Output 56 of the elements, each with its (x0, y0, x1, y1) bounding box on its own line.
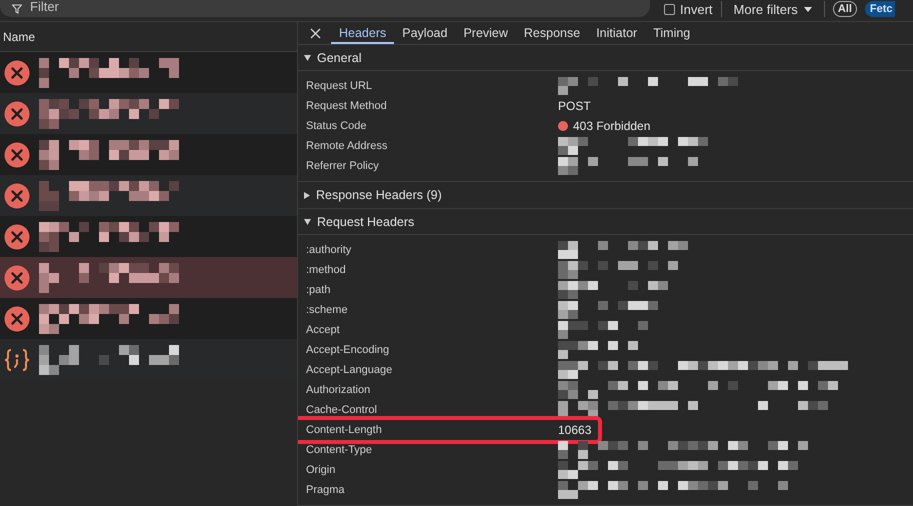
panel-tab[interactable]: Initiator (588, 24, 646, 44)
script-icon (4, 346, 30, 372)
request-row[interactable] (0, 216, 297, 257)
error-icon (4, 60, 30, 86)
error-icon (4, 182, 30, 208)
type-filter-chip[interactable]: Fetc (864, 1, 894, 17)
expand-triangle-icon (304, 192, 310, 198)
header-name: Origin (306, 464, 336, 476)
header-name: Remote Address (306, 140, 388, 152)
header-name: Accept-Encoding (306, 344, 390, 356)
request-row[interactable] (0, 257, 297, 298)
header-name: :scheme (306, 304, 349, 316)
filter-field[interactable]: Filter (0, 0, 650, 17)
name-column-header: Name (3, 30, 36, 44)
section-header[interactable]: Response Headers (9) (298, 182, 913, 208)
error-icon (4, 306, 30, 332)
request-row[interactable] (0, 298, 297, 339)
header-name: Status Code (306, 120, 368, 132)
header-name: :path (306, 284, 332, 296)
panel-tab[interactable]: Headers (331, 24, 394, 44)
type-filter-chip[interactable]: All (832, 1, 857, 17)
collapse-triangle-icon (304, 54, 311, 60)
invert-label: Invert (680, 2, 713, 16)
collapse-triangle-icon (304, 218, 311, 224)
error-icon (4, 264, 30, 290)
error-icon (4, 100, 30, 126)
close-icon[interactable] (310, 28, 321, 38)
caret-icon (804, 6, 812, 12)
panel-tab[interactable]: Payload (394, 24, 456, 44)
header-name: Cache-Control (306, 404, 378, 416)
panel-tab[interactable]: Preview (455, 24, 516, 44)
header-name: Accept-Language (306, 364, 394, 376)
header-name: Request Method (306, 100, 388, 112)
more-filters-dropdown[interactable]: More filters (730, 2, 816, 16)
header-name: :authority (306, 244, 352, 256)
filter-icon (12, 4, 22, 14)
header-name: Authorization (306, 384, 372, 396)
header-name: :method (306, 264, 347, 276)
section-header[interactable]: General (298, 45, 913, 71)
panel-tab[interactable]: Response (516, 24, 588, 44)
section-header[interactable]: Request Headers (298, 209, 913, 235)
header-value: 10663 (558, 423, 592, 437)
error-icon (4, 142, 30, 168)
header-value: 403 Forbidden (558, 119, 650, 133)
invert-checkbox[interactable] (664, 4, 675, 14)
header-name: Pragma (306, 484, 346, 496)
panel-tab[interactable]: Timing (645, 24, 698, 44)
header-name: Content-Length (306, 424, 383, 436)
header-name: Accept (306, 324, 341, 336)
header-name: Content-Type (306, 444, 374, 456)
header-name: Referrer Policy (306, 160, 380, 172)
header-value: POST (558, 99, 591, 113)
request-row[interactable] (0, 52, 297, 93)
request-row[interactable] (0, 134, 297, 175)
header-name: Request URL (306, 80, 374, 92)
error-icon (4, 224, 30, 250)
